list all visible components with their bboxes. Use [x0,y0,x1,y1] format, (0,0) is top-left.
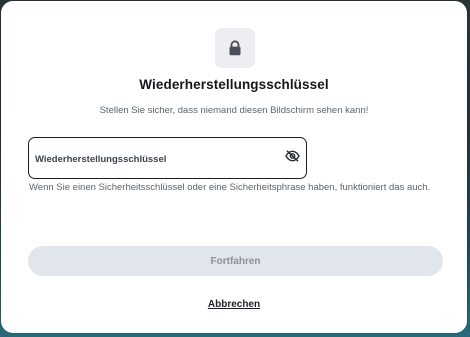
continue-button[interactable]: Fortfahren [28,246,443,276]
dialog-subtitle: Stellen Sie sicher, dass niemand diesen … [99,105,369,116]
toggle-visibility-button[interactable] [284,150,300,166]
dialog-title: Wiederherstellungsschlüssel [139,77,329,92]
lock-icon [228,40,242,56]
cancel-link[interactable]: Abbrechen [208,299,260,310]
eye-off-icon [284,149,300,167]
recovery-key-field-label: Wiederherstellungsschlüssel [35,154,167,165]
lock-icon-tile [215,28,255,68]
cancel-link-row: Abbrechen [1,294,467,312]
recovery-key-dialog: Wiederherstellungsschlüssel Stellen Sie … [1,1,467,333]
field-hint: Wenn Sie einen Sicherheitsschlüssel oder… [29,182,431,193]
recovery-key-field[interactable]: Wiederherstellungsschlüssel [28,137,307,179]
